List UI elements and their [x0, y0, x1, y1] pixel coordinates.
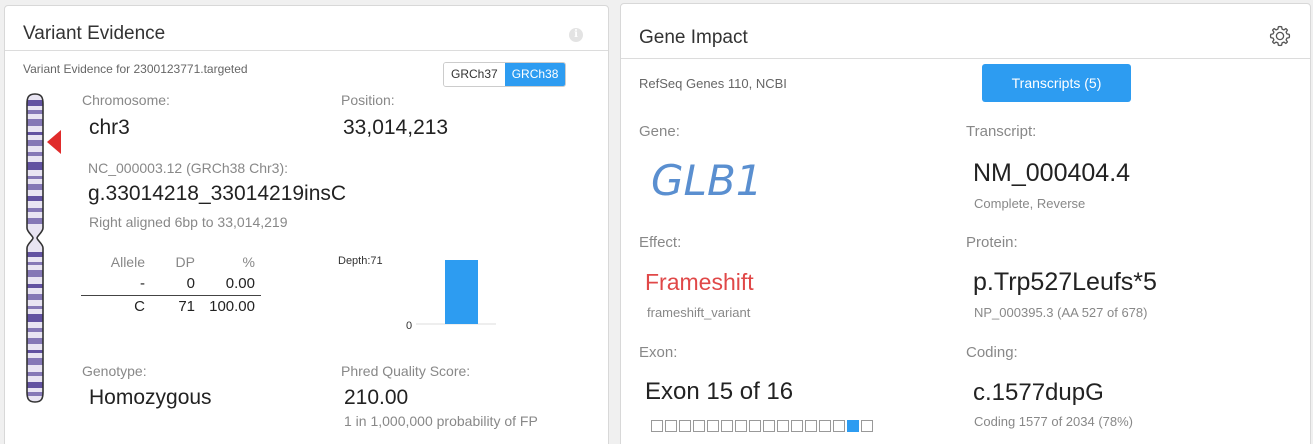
allele-table: Allele DP % - 0 0.00 C 71 100.00 [81, 251, 261, 317]
exon-box [707, 420, 719, 432]
exon-box [763, 420, 775, 432]
exon-box [721, 420, 733, 432]
variant-evidence-panel: Variant Evidence i Variant Evidence for … [4, 5, 609, 444]
allele-cell: C [81, 294, 151, 317]
position-label: Position: [341, 92, 395, 108]
exon-box [819, 420, 831, 432]
exon-box [805, 420, 817, 432]
gene-impact-header: Gene Impact [621, 4, 1310, 59]
panel-title: Gene Impact [639, 27, 748, 48]
dp-cell: 71 [151, 294, 201, 317]
depth-max-label: Depth:71 [338, 256, 383, 267]
transcript-value[interactable]: NM_000404.4 [973, 159, 1130, 188]
gene-impact-panel: Gene Impact RefSeq Genes 110, NCBI Trans… [620, 3, 1311, 444]
variant-evidence-header: Variant Evidence i [5, 6, 608, 51]
protein-label: Protein: [966, 234, 1018, 251]
chromosome-value: chr3 [89, 116, 130, 139]
table-row: C 71 100.00 [81, 294, 261, 317]
phred-note: 1 in 1,000,000 probability of FP [344, 413, 538, 429]
gear-icon[interactable] [1268, 24, 1292, 48]
exon-box [861, 420, 873, 432]
variant-subtitle: Variant Evidence for 2300123771.targeted [23, 62, 248, 76]
phred-label: Phred Quality Score: [341, 363, 471, 379]
transcript-note: Complete, Reverse [974, 196, 1086, 211]
depth-bar [445, 260, 478, 324]
panel-title: Variant Evidence [23, 23, 166, 44]
exon-box [847, 420, 859, 432]
exon-box [665, 420, 677, 432]
exon-box [749, 420, 761, 432]
effect-label: Effect: [639, 234, 682, 251]
percent-header: % [242, 254, 255, 270]
exon-indicator [651, 420, 873, 432]
gene-label: Gene: [639, 123, 680, 140]
exon-box [735, 420, 747, 432]
dp-header: DP [175, 254, 195, 270]
exon-label: Exon: [639, 344, 678, 361]
exon-box [679, 420, 691, 432]
hgvs-genomic: g.33014218_33014219insC [88, 182, 347, 205]
genotype-label: Genotype: [82, 363, 147, 379]
gene-name[interactable]: GLB1 [651, 156, 762, 205]
effect-value: Frameshift [645, 269, 754, 295]
build-grch37-button[interactable]: GRCh37 [444, 63, 505, 86]
depth-chart: Depth:71 0 [338, 256, 496, 332]
position-value: 33,014,213 [343, 116, 449, 139]
percent-cell: 100.00 [201, 294, 261, 317]
alignment-note: Right aligned 6bp to 33,014,219 [89, 214, 288, 230]
transcripts-button[interactable]: Transcripts (5) [982, 64, 1131, 102]
protein-note: NP_000395.3 (AA 527 of 678) [974, 305, 1148, 320]
coding-value: c.1577dupG [973, 379, 1104, 406]
table-row: - 0 0.00 [81, 273, 261, 295]
exon-box [833, 420, 845, 432]
exon-box [791, 420, 803, 432]
coding-note: Coding 1577 of 2034 (78%) [974, 414, 1134, 429]
info-icon[interactable]: i [569, 28, 583, 42]
allele-cell: - [140, 275, 145, 293]
build-grch38-button[interactable]: GRCh38 [504, 63, 566, 86]
genotype-value: Homozygous [89, 386, 212, 409]
depth-zero-label: 0 [406, 320, 412, 332]
allele-header: Allele [110, 254, 145, 270]
variant-position-marker [47, 130, 61, 154]
effect-note: frameshift_variant [647, 305, 751, 320]
exon-box [693, 420, 705, 432]
protein-value: p.Trp527Leufs*5 [973, 268, 1157, 296]
gene-subtitle: RefSeq Genes 110, NCBI [639, 76, 787, 91]
build-toggle: GRCh37 GRCh38 [443, 62, 567, 87]
transcript-label: Transcript: [966, 123, 1037, 140]
phred-value: 210.00 [344, 386, 409, 409]
chromosome-ideogram[interactable] [24, 92, 46, 404]
exon-value: Exon 15 of 16 [645, 378, 794, 405]
reference-label: NC_000003.12 (GRCh38 Chr3): [88, 160, 288, 176]
percent-cell: 0.00 [225, 275, 255, 293]
exon-box [777, 420, 789, 432]
exon-box [651, 420, 663, 432]
coding-label: Coding: [966, 344, 1018, 361]
dp-cell: 0 [186, 275, 195, 293]
chromosome-label: Chromosome: [82, 92, 170, 108]
